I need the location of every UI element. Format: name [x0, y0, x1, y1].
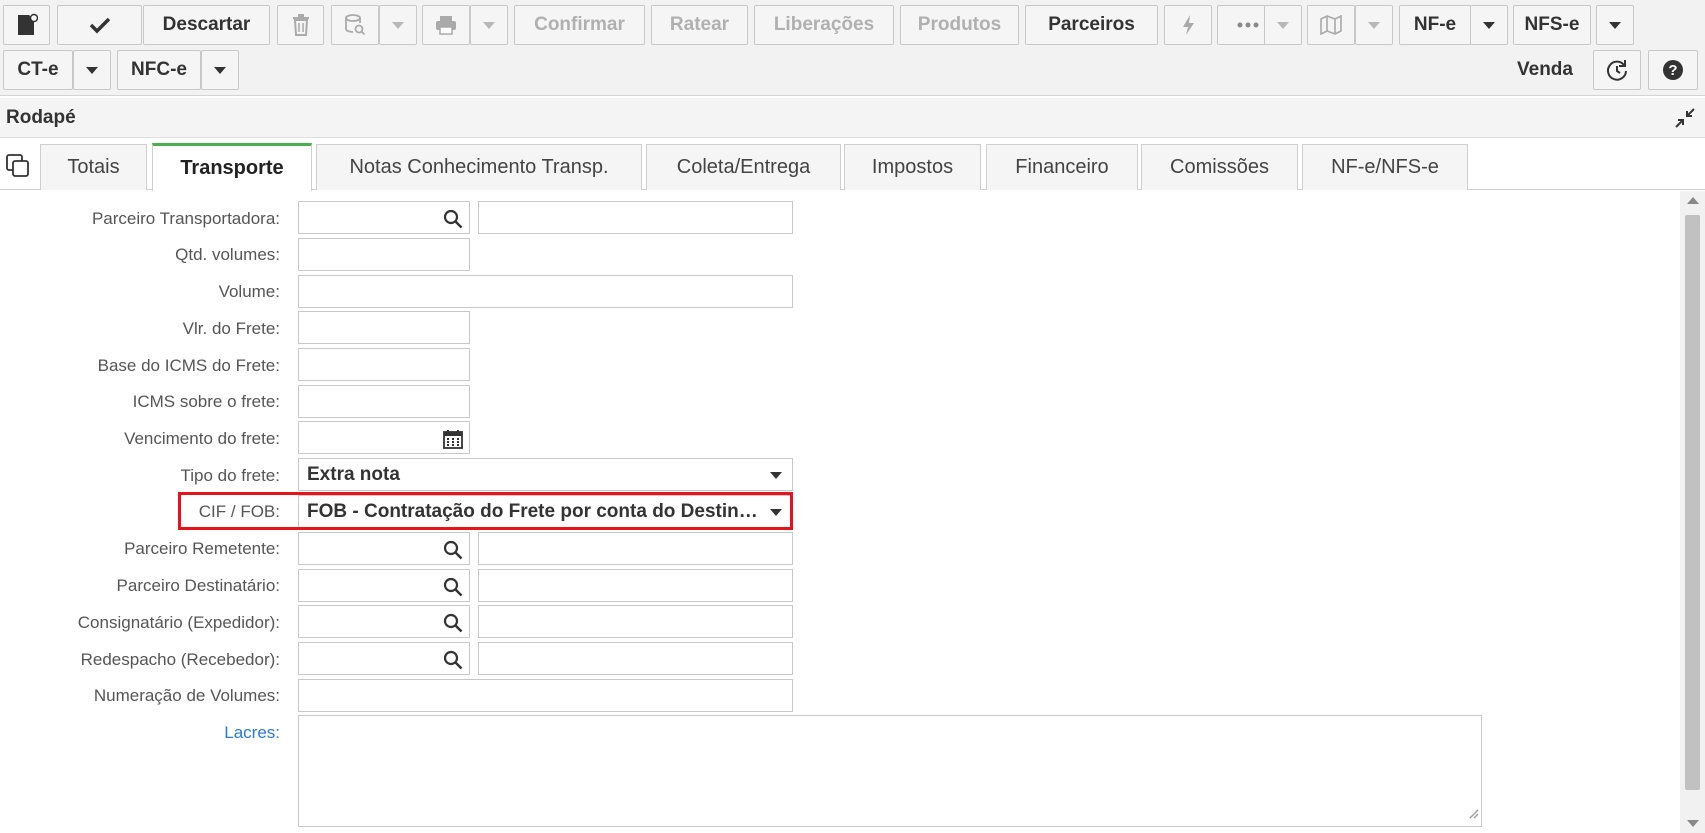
- calendar-icon[interactable]: [443, 429, 463, 454]
- numeracao-volumes-input[interactable]: [298, 679, 793, 712]
- label-base-icms-frete: Base do ICMS do Frete:: [97, 356, 280, 375]
- vlr-frete-input[interactable]: [298, 311, 470, 344]
- icms-sobre-frete-input[interactable]: [298, 385, 470, 418]
- transport-form: Parceiro Transportadora: Qtd. volumes: V…: [0, 0, 1680, 833]
- qtd-volumes-input[interactable]: [298, 238, 470, 271]
- scroll-up-icon[interactable]: [1687, 197, 1699, 204]
- scrollbar-thumb[interactable]: [1685, 215, 1700, 790]
- parceiro-destinatario-code-input[interactable]: [298, 569, 470, 602]
- tipo-frete-select[interactable]: Extra nota: [298, 458, 793, 491]
- scroll-down-icon[interactable]: [1687, 820, 1699, 827]
- parceiro-remetente-name-input[interactable]: [478, 532, 793, 565]
- label-numeracao-volumes: Numeração de Volumes:: [93, 686, 280, 705]
- base-icms-frete-input[interactable]: [298, 348, 470, 381]
- search-icon[interactable]: [443, 613, 463, 638]
- label-lacres-link[interactable]: Lacres:: [224, 723, 280, 743]
- consignatario-name-input[interactable]: [478, 605, 793, 638]
- label-vlr-frete: Vlr. do Frete:: [182, 319, 280, 338]
- redespacho-name-input[interactable]: [478, 642, 793, 675]
- label-icms-sobre-frete: ICMS sobre o frete:: [132, 392, 280, 411]
- lacres-textarea[interactable]: [298, 715, 1482, 827]
- label-qtd-volumes: Qtd. volumes:: [175, 245, 280, 264]
- label-parceiro-remetente: Parceiro Remetente:: [124, 539, 280, 558]
- chevron-down-icon: [770, 472, 782, 479]
- label-consignatario: Consignatário (Expedidor):: [77, 613, 280, 632]
- label-redespacho: Redespacho (Recebedor):: [80, 650, 280, 669]
- search-icon[interactable]: [443, 209, 463, 234]
- vertical-scrollbar[interactable]: [1680, 191, 1705, 833]
- label-parceiro-transportadora: Parceiro Transportadora:: [91, 209, 280, 228]
- parceiro-remetente-code-input[interactable]: [298, 532, 470, 565]
- resize-handle-icon[interactable]: [1467, 806, 1479, 824]
- parceiro-transportadora-name-input[interactable]: [478, 201, 793, 234]
- label-tipo-frete: Tipo do frete:: [180, 466, 280, 485]
- search-icon[interactable]: [443, 577, 463, 602]
- volume-input[interactable]: [298, 275, 793, 308]
- search-icon[interactable]: [443, 650, 463, 675]
- consignatario-code-input[interactable]: [298, 605, 470, 638]
- search-icon[interactable]: [443, 540, 463, 565]
- parceiro-destinatario-name-input[interactable]: [478, 569, 793, 602]
- label-volume: Volume:: [218, 282, 280, 301]
- label-vencimento-frete: Vencimento do frete:: [124, 429, 280, 448]
- label-parceiro-destinatario: Parceiro Destinatário:: [116, 576, 280, 595]
- vencimento-frete-input[interactable]: [298, 421, 470, 454]
- highlight-box: [178, 492, 793, 530]
- tipo-frete-value: Extra nota: [307, 464, 400, 485]
- redespacho-code-input[interactable]: [298, 642, 470, 675]
- parceiro-transportadora-code-input[interactable]: [298, 201, 470, 234]
